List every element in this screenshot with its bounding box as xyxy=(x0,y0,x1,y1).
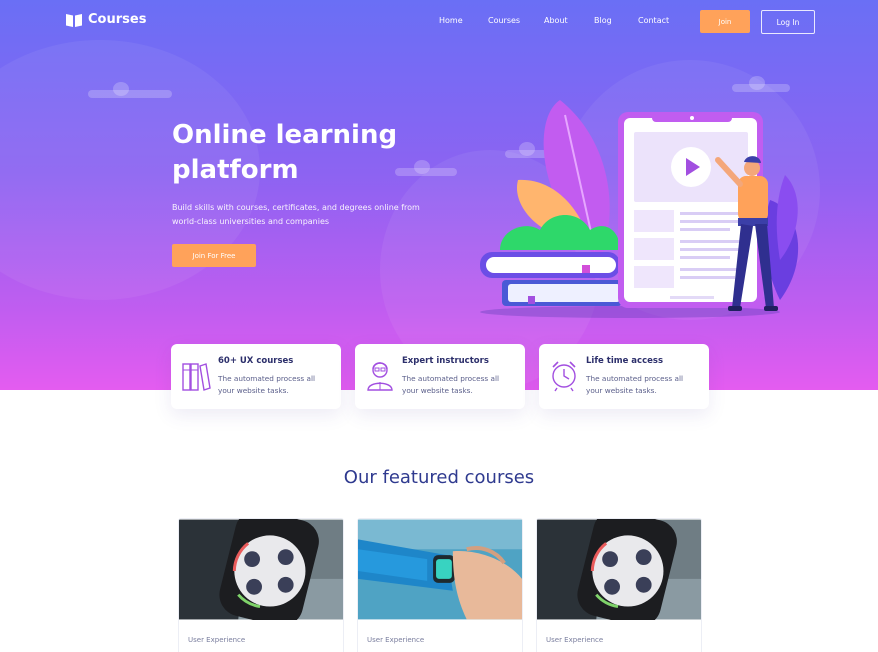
login-button[interactable]: Log In xyxy=(761,10,815,34)
nav-home-link[interactable]: Home xyxy=(439,16,463,25)
feature-title: Expert instructors xyxy=(402,356,489,366)
course-category: User Experience xyxy=(546,636,604,644)
smartwatch-image xyxy=(179,519,343,627)
course-category: User Experience xyxy=(367,636,425,644)
open-book-icon xyxy=(66,13,82,27)
feature-card-courses: 60+ UX courses The automated process all… xyxy=(171,344,341,409)
nav-blog-link[interactable]: Blog xyxy=(594,16,612,25)
course-card[interactable]: User Experience xyxy=(536,518,702,652)
brand-name: Courses xyxy=(88,12,147,27)
alarm-clock-icon xyxy=(552,361,576,392)
instructor-icon xyxy=(367,362,393,391)
feature-title: 60+ UX courses xyxy=(218,356,294,366)
hero-section: Courses Home Courses About Blog Contact … xyxy=(0,0,878,390)
course-category: User Experience xyxy=(188,636,246,644)
feature-description: The automated process all your website t… xyxy=(218,374,316,395)
feature-description: The automated process all your website t… xyxy=(586,374,684,395)
hero-title: Online learning platform xyxy=(172,118,432,188)
featured-courses-heading: Our featured courses xyxy=(343,467,535,488)
join-for-free-button[interactable]: Join For Free xyxy=(172,244,256,267)
books-icon xyxy=(182,363,211,391)
brand-logo[interactable]: Courses xyxy=(66,12,146,27)
course-card[interactable]: User Experience xyxy=(178,518,344,652)
feature-title: Life time access xyxy=(586,356,664,366)
smartwatch-wrist-image xyxy=(358,519,522,620)
feature-card-instructors: Expert instructors The automated process… xyxy=(355,344,525,409)
hero-title-line: platform xyxy=(172,155,299,185)
cloud-decoration xyxy=(88,82,172,98)
nav-courses-link[interactable]: Courses xyxy=(488,16,520,25)
nav-about-link[interactable]: About xyxy=(544,16,568,25)
online-learning-illustration xyxy=(480,100,799,318)
feature-description: The automated process all your website t… xyxy=(402,374,500,395)
feature-card-lifetime-access: Life time access The automated process a… xyxy=(539,344,709,409)
nav-contact-link[interactable]: Contact xyxy=(638,16,669,25)
smartwatch-image xyxy=(537,519,701,627)
hero-subtitle: Build skills with courses, certificates,… xyxy=(172,203,420,226)
hero-title-line: Online learning xyxy=(172,120,398,150)
course-card[interactable]: User Experience xyxy=(357,518,523,652)
join-button[interactable]: Join xyxy=(700,10,750,33)
